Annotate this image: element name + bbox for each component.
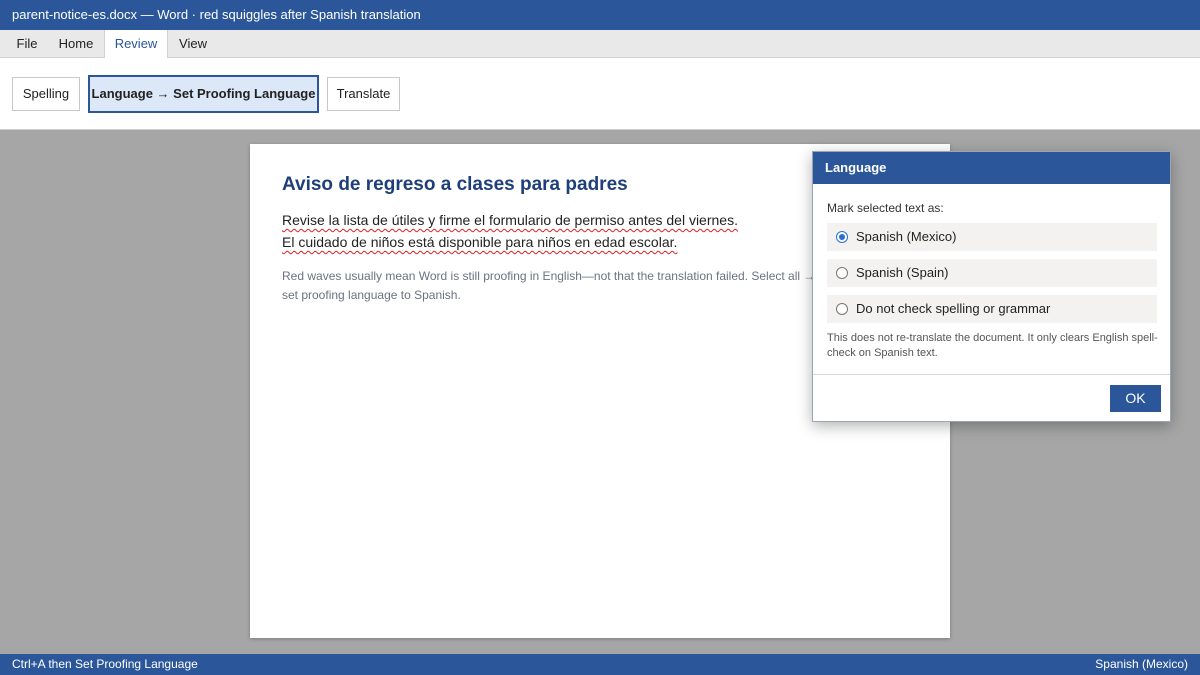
radio-icon[interactable] (836, 267, 848, 279)
option-label: Spanish (Mexico) (856, 229, 957, 244)
language-dialog: Language Mark selected text as: Spanish … (812, 151, 1171, 422)
document-note: Red waves usually mean Word is still pro… (282, 269, 816, 302)
document-title: Aviso de regreso a clases para padres (282, 174, 628, 195)
tab-review[interactable]: Review (104, 30, 168, 59)
radio-selected-icon[interactable] (836, 231, 848, 243)
dialog-note: This does not re-translate the document.… (827, 332, 1158, 359)
option-label: Spanish (Spain) (856, 265, 949, 280)
status-hint: Ctrl+A then Set Proofing Language (12, 657, 198, 671)
status-language[interactable]: Spanish (Mexico) (1095, 654, 1188, 675)
tab-file[interactable]: File (8, 30, 46, 58)
document-line-1: Revise la lista de útiles y firme el for… (282, 212, 738, 228)
option-label: Do not check spelling or grammar (856, 301, 1051, 316)
dialog-prompt: Mark selected text as: (827, 201, 944, 215)
document-line-2: El cuidado de niños está disponible para… (282, 234, 678, 250)
option-spanish-mexico[interactable]: Spanish (Mexico) (827, 223, 1157, 251)
option-spanish-spain[interactable]: Spanish (Spain) (827, 259, 1157, 287)
dialog-title: Language (813, 152, 1170, 184)
ribbon: Spelling Language → Set Proofing Languag… (0, 58, 1200, 130)
window-title: parent-notice-es.docx — Word · red squig… (0, 0, 1200, 30)
spelling-button[interactable]: Spelling (12, 77, 80, 111)
ok-button[interactable]: OK (1110, 385, 1161, 412)
menu-bar: File Home Review View (0, 30, 1200, 59)
translate-button[interactable]: Translate (327, 77, 400, 111)
set-proofing-language-button[interactable]: Language → Set Proofing Language (88, 75, 319, 113)
dialog-divider (813, 374, 1170, 375)
tab-view[interactable]: View (172, 30, 214, 58)
option-no-proofing[interactable]: Do not check spelling or grammar (827, 295, 1157, 323)
status-bar: Ctrl+A then Set Proofing Language Spanis… (0, 654, 1200, 675)
radio-icon[interactable] (836, 303, 848, 315)
tab-home[interactable]: Home (52, 30, 100, 58)
